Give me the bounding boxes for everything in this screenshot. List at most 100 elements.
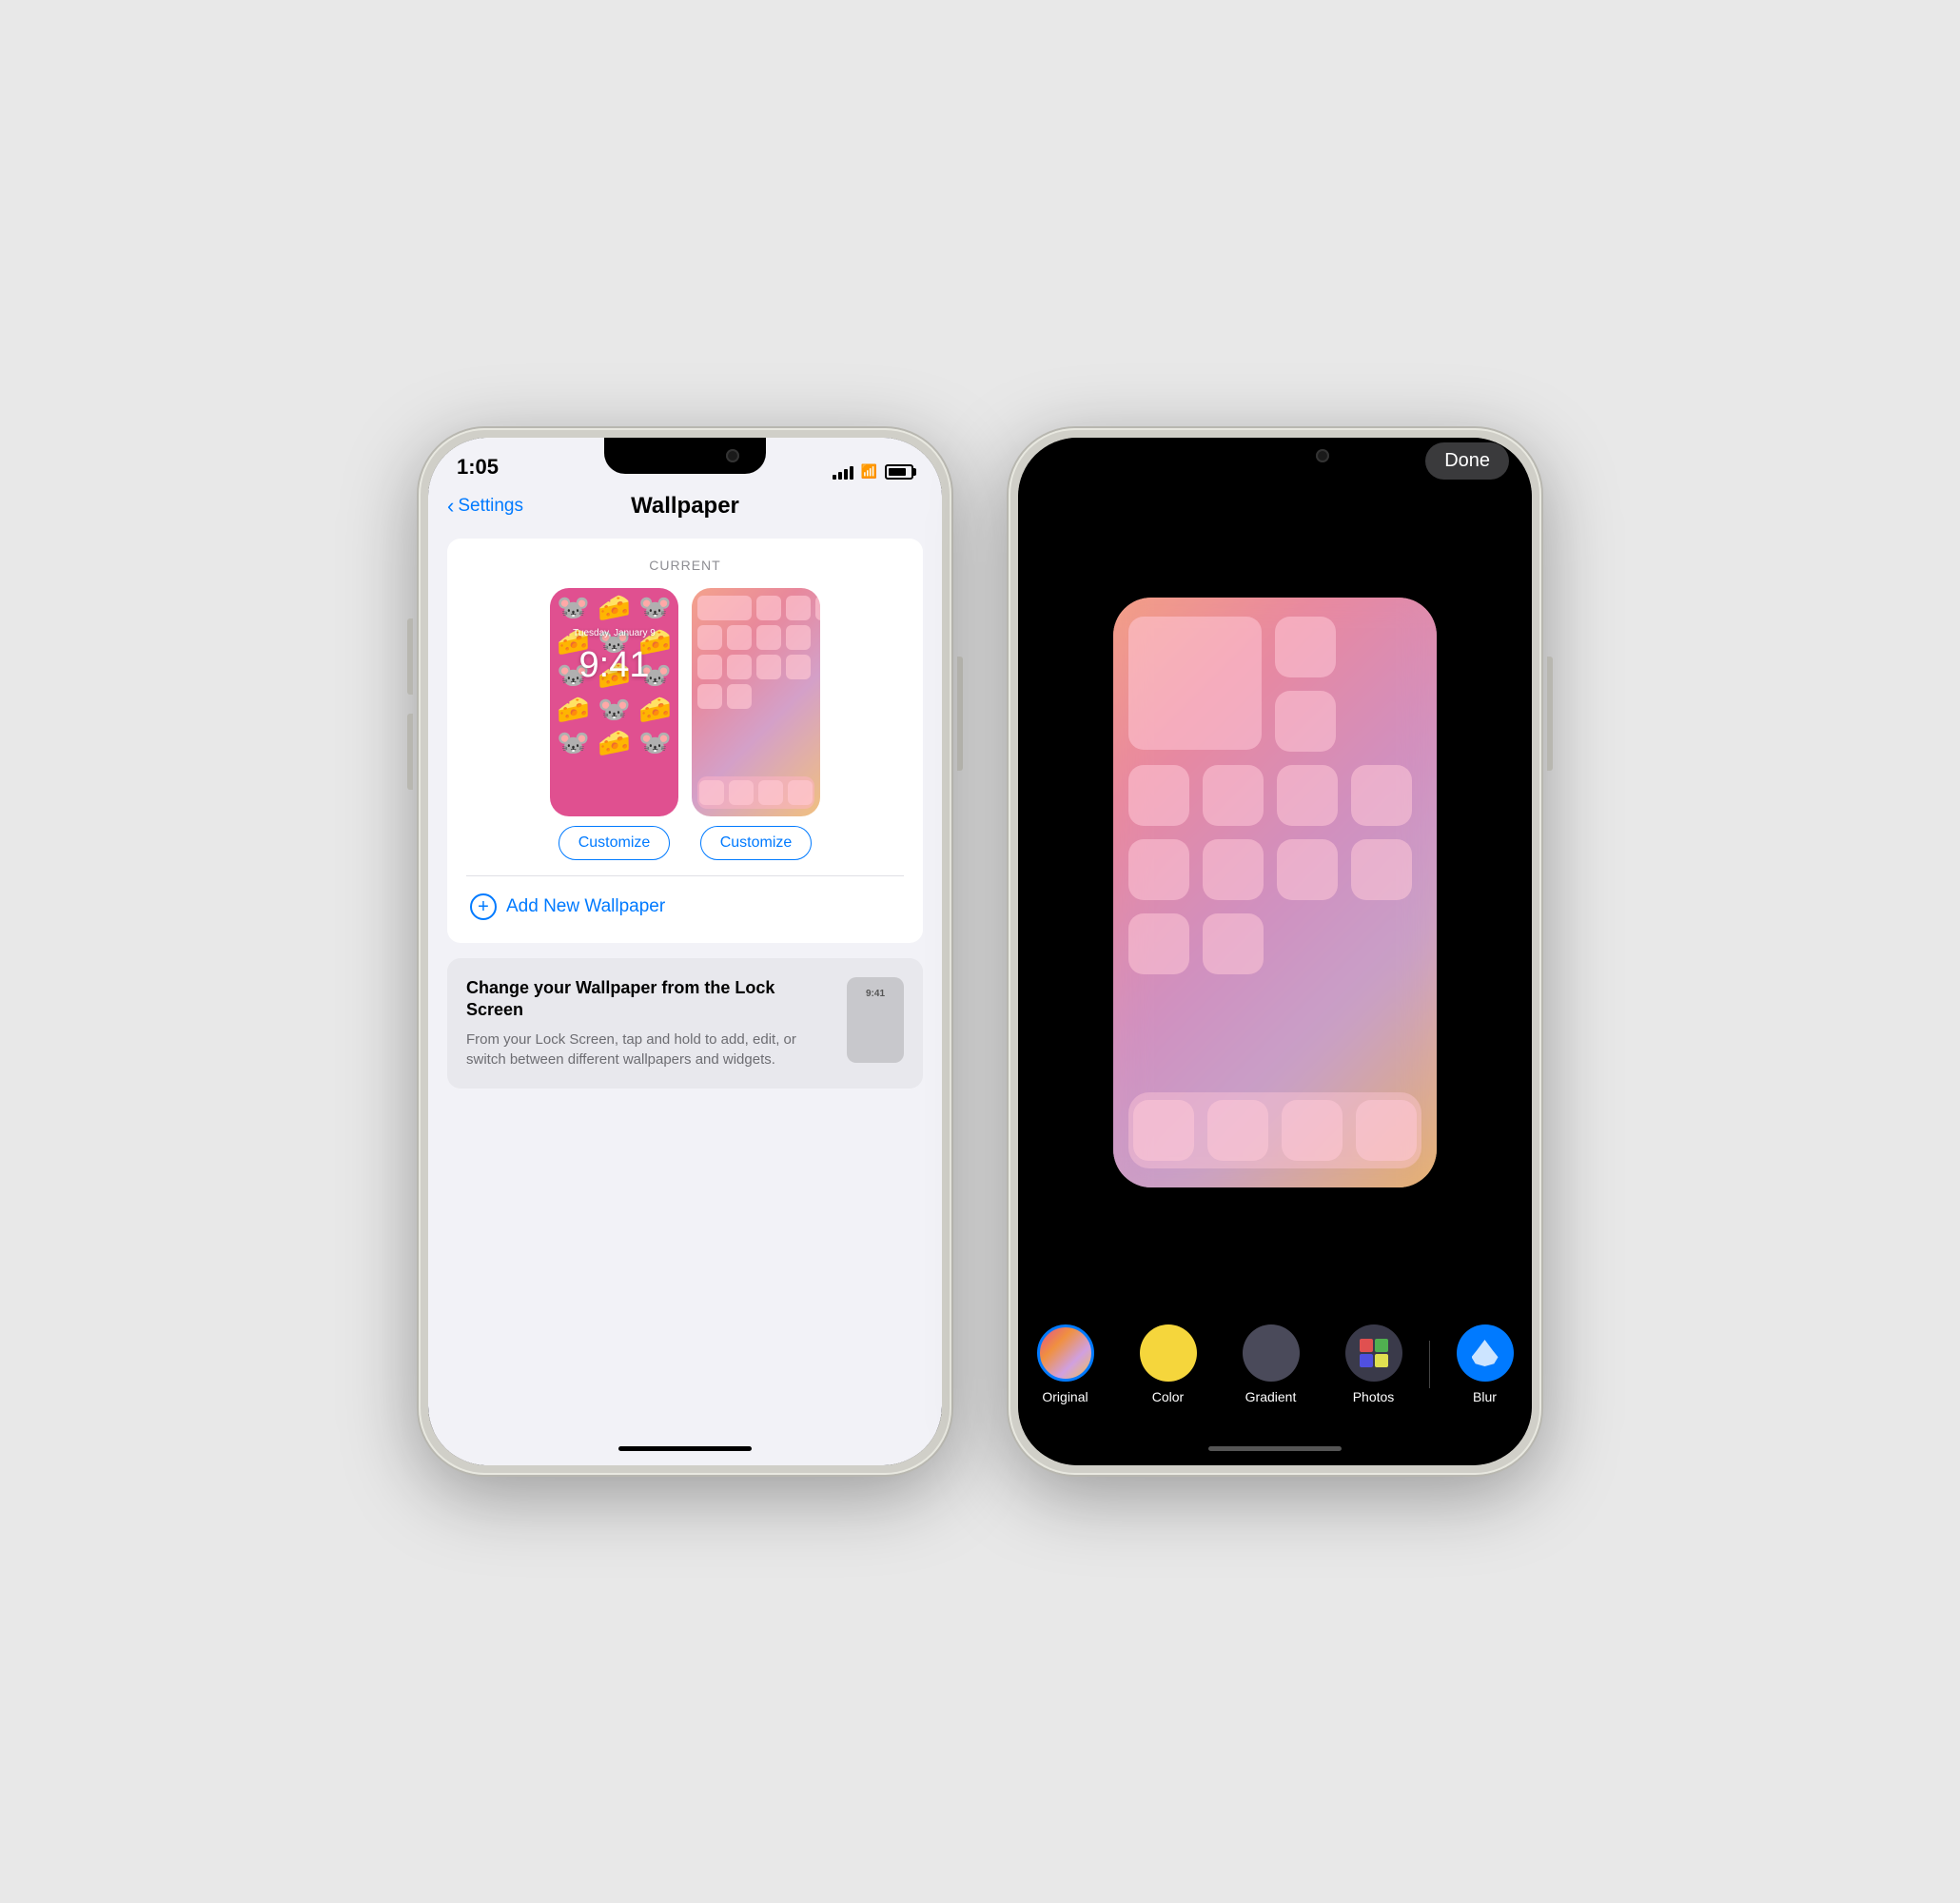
- wallpaper-card: CURRENT 🐭 🧀 🐭 🧀 🐭: [447, 539, 923, 943]
- phone-settings: 1:05 📶 ‹ Settings Wallpaper: [419, 428, 951, 1475]
- info-title: Change your Wallpaper from the Lock Scre…: [466, 977, 832, 1022]
- home-icon: [727, 655, 752, 679]
- home-bar: [618, 1446, 752, 1451]
- nav-bar: ‹ Settings Wallpaper: [428, 487, 942, 529]
- home-screen-thumb: Customize: [692, 588, 820, 860]
- icon-row: [1128, 913, 1421, 974]
- info-card: Change your Wallpaper from the Lock Scre…: [447, 958, 923, 1089]
- home-screen-preview[interactable]: [692, 588, 820, 816]
- dock-icon: [758, 780, 783, 805]
- large-icon: [1128, 765, 1189, 826]
- editor-main: [1018, 487, 1532, 1298]
- icon-column: [1275, 617, 1336, 752]
- customize-lock-button[interactable]: Customize: [559, 826, 671, 860]
- large-icon: [1128, 617, 1262, 750]
- dock-icon-large: [1133, 1100, 1194, 1161]
- color-circle: [1140, 1324, 1197, 1382]
- large-icon: [1275, 617, 1336, 677]
- editor-screen: Done: [1018, 438, 1532, 1465]
- info-text: Change your Wallpaper from the Lock Scre…: [466, 977, 832, 1069]
- home-icon: [756, 655, 781, 679]
- water-drop-icon: [1472, 1340, 1499, 1366]
- large-icon: [1203, 839, 1264, 900]
- large-icon: [1128, 839, 1189, 900]
- add-wallpaper-row[interactable]: + Add New Wallpaper: [466, 880, 904, 924]
- info-phone-time: 9:41: [866, 989, 885, 999]
- back-button[interactable]: ‹ Settings: [447, 494, 523, 519]
- large-icon: [1203, 913, 1264, 974]
- dock-icon-large: [1356, 1100, 1417, 1161]
- gradient-label: Gradient: [1245, 1389, 1297, 1404]
- dock-large: [1128, 1092, 1421, 1168]
- lock-screen-thumb: 🐭 🧀 🐭 🧀 🐭 🧀 🐭 🧀 🐭 🧀: [550, 588, 678, 860]
- color-label: Color: [1152, 1389, 1184, 1404]
- photos-option[interactable]: Photos: [1323, 1324, 1425, 1404]
- toolbar-options: Original Color Gradient: [1018, 1324, 1532, 1404]
- add-wallpaper-label: Add New Wallpaper: [506, 896, 665, 917]
- home-icon: [697, 596, 752, 620]
- home-icon: [697, 684, 722, 709]
- home-icon: [697, 655, 722, 679]
- color-option[interactable]: Color: [1117, 1324, 1220, 1404]
- original-option[interactable]: Original: [1018, 1324, 1117, 1404]
- gradient-option[interactable]: Gradient: [1220, 1324, 1323, 1404]
- current-label: CURRENT: [466, 558, 904, 573]
- status-icons: 📶: [833, 463, 913, 480]
- home-dock: [697, 776, 814, 809]
- status-time: 1:05: [457, 455, 499, 480]
- wallpaper-large-preview: [1113, 598, 1437, 1187]
- wallpaper-previews: 🐭 🧀 🐭 🧀 🐭 🧀 🐭 🧀 🐭 🧀: [466, 588, 904, 860]
- power-button-2[interactable]: [1547, 657, 1553, 771]
- power-button[interactable]: [957, 657, 963, 771]
- settings-content: CURRENT 🐭 🧀 🐭 🧀 🐭: [428, 529, 942, 1431]
- large-icon: [1128, 913, 1189, 974]
- home-icon: [815, 596, 820, 620]
- photos-icon: [1360, 1339, 1388, 1367]
- dock-icon-large: [1207, 1100, 1268, 1161]
- home-icon: [756, 596, 781, 620]
- phone-editor: Done: [1009, 428, 1541, 1475]
- wifi-icon: 📶: [861, 463, 877, 480]
- home-icon: [786, 655, 811, 679]
- blur-circle: [1457, 1324, 1514, 1382]
- blur-option[interactable]: Blur: [1434, 1324, 1533, 1404]
- signal-icon: [833, 464, 853, 480]
- volume-up-button[interactable]: [407, 618, 413, 695]
- add-circle-icon: +: [470, 893, 497, 920]
- home-icon: [727, 625, 752, 650]
- large-icon: [1277, 765, 1338, 826]
- original-label: Original: [1042, 1389, 1088, 1404]
- customize-home-button[interactable]: Customize: [700, 826, 813, 860]
- emoji-pattern: 🐭 🧀 🐭 🧀 🐭 🧀 🐭 🧀 🐭 🧀: [550, 588, 678, 816]
- editor-home-indicator[interactable]: [1018, 1431, 1532, 1465]
- battery-icon: [885, 464, 913, 480]
- home-icon: [697, 625, 722, 650]
- lock-screen-preview[interactable]: 🐭 🧀 🐭 🧀 🐭 🧀 🐭 🧀 🐭 🧀: [550, 588, 678, 816]
- dock-icon: [788, 780, 813, 805]
- volume-down-button[interactable]: [407, 714, 413, 790]
- gradient-circle: [1243, 1324, 1300, 1382]
- editor-home-bar: [1208, 1446, 1342, 1451]
- notch-2: [1194, 438, 1356, 474]
- toolbar-divider: [1429, 1341, 1430, 1388]
- done-button[interactable]: Done: [1425, 442, 1509, 480]
- dock-icon-large: [1282, 1100, 1343, 1161]
- chevron-left-icon: ‹: [447, 494, 454, 519]
- editor-phone-screen: Done: [1018, 438, 1532, 1465]
- original-circle: [1037, 1324, 1094, 1382]
- large-icon: [1351, 765, 1412, 826]
- phone-screen: 1:05 📶 ‹ Settings Wallpaper: [428, 438, 942, 1465]
- lock-time: 9:41: [550, 645, 678, 686]
- home-indicator[interactable]: [428, 1431, 942, 1465]
- info-phone-thumbnail: 9:41: [847, 977, 904, 1063]
- settings-screen: 1:05 📶 ‹ Settings Wallpaper: [428, 438, 942, 1465]
- home-icon: [727, 684, 752, 709]
- dock-icon: [729, 780, 754, 805]
- back-label: Settings: [458, 496, 523, 517]
- large-icon: [1277, 839, 1338, 900]
- photos-circle: [1345, 1324, 1402, 1382]
- info-description: From your Lock Screen, tap and hold to a…: [466, 1030, 832, 1069]
- home-icon: [786, 625, 811, 650]
- home-icon: [756, 625, 781, 650]
- blur-label: Blur: [1473, 1389, 1497, 1404]
